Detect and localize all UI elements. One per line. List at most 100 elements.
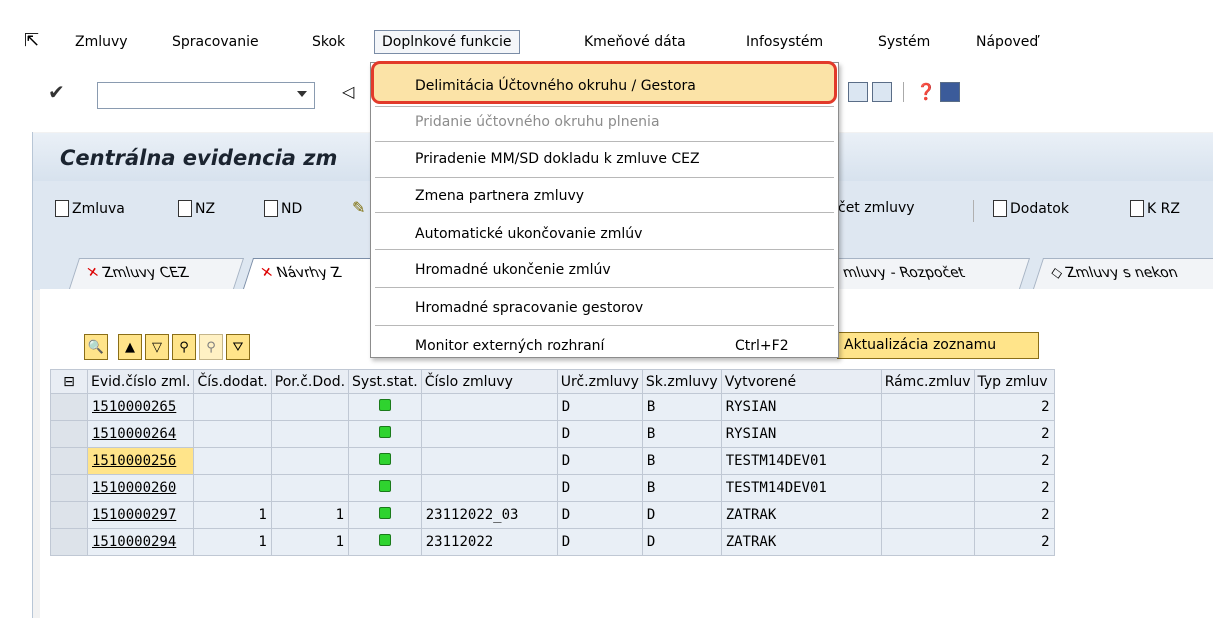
contract-id-link[interactable]: 1510000264 [86, 420, 195, 448]
alv-toolbar: 🔍 ▲ ▽ ⚲ ⚲ ⛛ [84, 332, 250, 362]
menu-doplnkove-funkcie[interactable]: Doplnkové funkcie [374, 30, 520, 54]
status-green-icon [378, 480, 391, 492]
command-field[interactable] [97, 82, 315, 109]
table-row[interactable]: 1510000297 1 1 23112022_03 D D ZATRAK 2 [50, 501, 1055, 529]
row-selector[interactable] [50, 528, 88, 556]
menu-item-priradenie-dokladu[interactable]: Priradenie MM/SD dokladu k zmluve CEZ [415, 151, 700, 167]
cell: RYSIAN [720, 420, 882, 448]
customize-icon[interactable] [940, 82, 960, 102]
contract-id-link[interactable]: 1510000294 [86, 528, 195, 556]
menu-item-hromadne-gestori[interactable]: Hromadné spracovanie gestorov [415, 300, 643, 316]
contract-id-link[interactable]: 1510000297 [86, 501, 195, 529]
row-selector[interactable] [50, 474, 88, 502]
tab-nekon[interactable]: ◇ Zmluvy s nekon [1032, 258, 1213, 289]
table-row[interactable]: 1510000265 D B RYSIAN 2 [50, 393, 1055, 421]
cell: 2 [973, 393, 1055, 421]
status-cell [348, 528, 422, 556]
cell [193, 393, 272, 421]
select-all-icon[interactable]: ⊟ [50, 369, 88, 394]
nd-button[interactable]: ND [264, 200, 302, 217]
table-row[interactable]: 1510000294 1 1 23112022 D D ZATRAK 2 [50, 528, 1055, 556]
row-selector[interactable] [50, 420, 88, 448]
table-row[interactable]: 1510000256 D B TESTM14DEV01 2 [50, 447, 1055, 475]
menu-item-hromadne-ukoncenie[interactable]: Hromadné ukončenie zmlúv [415, 262, 611, 278]
details-icon[interactable]: 🔍 [84, 334, 108, 360]
menu-separator [375, 325, 834, 326]
menu-napoved[interactable]: Nápoveď [976, 34, 1038, 50]
cell: 2 [973, 474, 1055, 502]
tab-zmluvy-cez[interactable]: ✕ Zmluvy CEZ [68, 258, 245, 289]
chevron-down-icon[interactable] [297, 91, 307, 97]
table-row[interactable]: 1510000260 D B TESTM14DEV01 2 [50, 474, 1055, 502]
menu-infosystem[interactable]: Infosystém [746, 34, 823, 50]
contract-id-link[interactable]: 1510000256 [86, 447, 195, 475]
row-selector[interactable] [50, 501, 88, 529]
cell: D [556, 501, 643, 529]
enter-check-icon[interactable]: ✔ [48, 80, 65, 104]
menu-item-monitor-rozhrani[interactable]: Monitor externých rozhraní [415, 338, 604, 354]
document-icon [55, 200, 69, 217]
menu-item-zmena-partnera[interactable]: Zmena partnera zmluvy [415, 188, 584, 204]
menu-separator [375, 212, 834, 213]
column-header[interactable]: Číslo zmluvy [420, 369, 558, 394]
cell: 2 [973, 528, 1055, 556]
menu-skok[interactable]: Skok [312, 34, 345, 50]
cell: D [641, 501, 722, 529]
cell: 23112022 [420, 528, 558, 556]
column-header[interactable]: Syst.stat. [348, 369, 422, 394]
screen-icon[interactable] [872, 82, 892, 102]
contract-budget-button[interactable]: čet zmluvy [838, 200, 915, 216]
layout-icon[interactable] [848, 82, 868, 102]
column-header[interactable]: Evid.číslo zml. [86, 369, 195, 394]
menu-spracovanie[interactable]: Spracovanie [172, 34, 259, 50]
status-cell [348, 420, 422, 448]
filter-icon[interactable]: ▽ [145, 334, 169, 360]
cell: ZATRAK [720, 501, 882, 529]
new-contract-button[interactable]: Zmluva [55, 200, 125, 217]
status-green-icon [378, 534, 391, 546]
cell [880, 393, 975, 421]
row-selector[interactable] [50, 393, 88, 421]
menu-kmenove-data[interactable]: Kmeňové dáta [584, 34, 686, 50]
menu-separator [375, 287, 834, 288]
pencil-icon[interactable]: ✎ [352, 198, 365, 217]
column-header[interactable]: Por.č.Dod. [270, 369, 350, 394]
find-icon[interactable]: ⚲ [172, 334, 196, 360]
refresh-list-button[interactable]: Aktualizácia zoznamu [837, 332, 1039, 359]
contract-id-link[interactable]: 1510000260 [86, 474, 195, 502]
menu-system[interactable]: Systém [878, 34, 930, 50]
menu-item-delimitacia[interactable]: Delimitácia Účtovného okruhu / Gestora [415, 78, 696, 94]
table-row[interactable]: 1510000264 D B RYSIAN 2 [50, 420, 1055, 448]
nz-button[interactable]: NZ [178, 200, 215, 217]
menu-item-automaticke-ukoncovanie[interactable]: Automatické ukončovanie zmlúv [415, 226, 642, 242]
amendment-label: Dodatok [1010, 200, 1069, 217]
column-header[interactable]: Vytvorené [720, 369, 882, 394]
back-icon[interactable]: ◁ [342, 82, 354, 101]
column-header[interactable]: Urč.zmluvy [556, 369, 643, 394]
refresh-list-label: Aktualizácia zoznamu [844, 337, 997, 353]
column-header[interactable]: Rámc.zmluv [880, 369, 975, 394]
menu-zmluvy[interactable]: Zmluvy [75, 34, 128, 50]
column-header[interactable]: Čís.dodat. [193, 369, 272, 394]
cell: 1 [193, 501, 272, 529]
cell [193, 420, 272, 448]
cell [880, 501, 975, 529]
column-header[interactable]: Typ zmluv [973, 369, 1055, 394]
sort-ascending-icon[interactable]: ▲ [118, 334, 142, 360]
error-x-icon: ✕ [84, 265, 102, 281]
menu-separator [375, 249, 834, 250]
help-icon[interactable]: ❓ [916, 82, 936, 101]
menu-exit-icon[interactable]: ⇱ [24, 30, 39, 51]
tab-label: Návrhy Z [274, 265, 344, 281]
tab-rozpocet[interactable]: mluvy - Rozpočet [824, 258, 1031, 289]
amendment-button[interactable]: Dodatok [993, 200, 1069, 217]
contracts-table: ⊟ Evid.číslo zml. Čís.dodat. Por.č.Dod. … [50, 369, 1055, 556]
set-filter-icon[interactable]: ⛛ [226, 334, 250, 360]
cell: 1 [270, 528, 350, 556]
column-header[interactable]: Sk.zmluvy [641, 369, 722, 394]
contract-id-link[interactable]: 1510000265 [86, 393, 195, 421]
row-selector[interactable] [50, 447, 88, 475]
k-rz-button[interactable]: K RZ [1130, 200, 1180, 217]
k-rz-label: K RZ [1147, 200, 1180, 217]
cell: 2 [973, 447, 1055, 475]
